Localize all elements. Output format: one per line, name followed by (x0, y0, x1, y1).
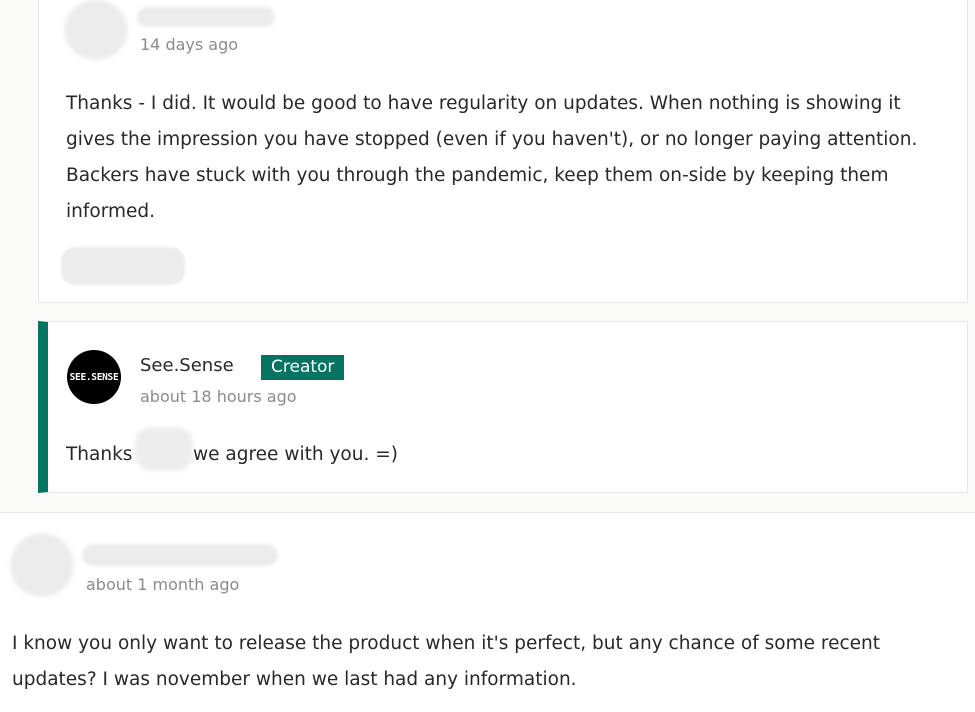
redacted-username (137, 7, 275, 27)
redacted-username (82, 544, 278, 566)
creator-name[interactable]: See.Sense (140, 355, 234, 376)
comment-card: about 1 month ago I know you only want t… (0, 512, 975, 712)
reply-timestamp: about 18 hours ago (140, 387, 297, 406)
reply-body-end: we agree with you. =) (193, 444, 398, 465)
creator-badge: Creator (261, 355, 345, 380)
reply-button[interactable] (61, 247, 185, 285)
comment-body: I know you only want to release the prod… (12, 633, 880, 690)
creator-reply-card: SEE.SENSE See.Sense Creator about 18 hou… (38, 321, 968, 493)
redacted-mention (135, 427, 193, 471)
reply-card: 14 days ago Thanks - I did. It would be … (38, 0, 968, 303)
comment-timestamp: about 1 month ago (86, 575, 240, 594)
comment-thread: 14 days ago Thanks - I did. It would be … (0, 0, 975, 712)
redacted-avatar (10, 533, 74, 597)
reply-body: Thanks - I did. It would be good to have… (66, 93, 918, 222)
reply-timestamp: 14 days ago (140, 35, 239, 54)
creator-avatar: SEE.SENSE (67, 350, 121, 404)
redacted-avatar (64, 0, 128, 60)
reply-body-start: Thanks (66, 444, 133, 465)
